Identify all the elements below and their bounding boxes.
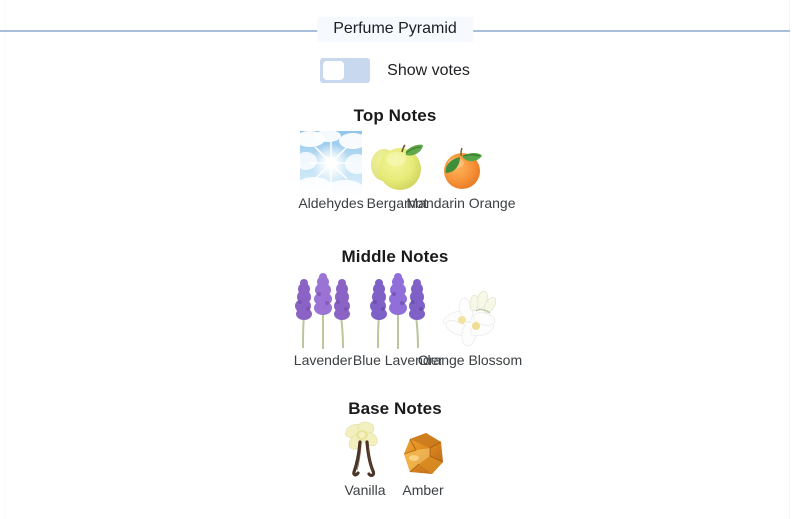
mandarin-orange-image (444, 147, 482, 189)
note-row-base: Vanilla Amber (0, 421, 790, 498)
section-base-notes: Base Notes Vanilla Amber (0, 399, 790, 498)
toggle-knob (323, 61, 345, 80)
section-middle-notes: Middle Notes Lavender Blue Lavender Oran… (0, 247, 790, 368)
show-votes-toggle[interactable] (320, 58, 371, 83)
show-votes-label: Show votes (387, 61, 470, 79)
note-item-vanilla[interactable]: Vanilla (339, 418, 391, 498)
note-row-middle: Lavender Blue Lavender Orange Blossom (0, 273, 790, 368)
show-votes-row: Show votes (0, 58, 790, 83)
bergamot-citrus-image (371, 144, 424, 190)
note-label-amber: Amber (402, 482, 444, 498)
note-item-mandarin-orange[interactable]: Mandarin Orange (407, 135, 515, 211)
vanilla-flower-pods-image (345, 421, 378, 478)
note-item-orange-blossom[interactable]: Orange Blossom (418, 286, 522, 368)
section-top-notes: Top Notes Aldehydes Bergamot Mandarin Or… (0, 106, 790, 211)
amber-resin-image (403, 433, 444, 474)
section-title-top-notes: Top Notes (353, 106, 437, 125)
note-item-aldehydes[interactable]: Aldehydes (298, 131, 364, 211)
lavender-sprigs-image (295, 273, 350, 349)
note-label-mandarin-orange: Mandarin Orange (406, 195, 516, 211)
section-title-base-notes: Base Notes (348, 399, 442, 418)
note-label-lavender: Lavender (293, 352, 353, 368)
section-title-middle-notes: Middle Notes (341, 247, 449, 266)
note-item-amber[interactable]: Amber (395, 428, 451, 498)
note-row-top: Aldehydes Bergamot Mandarin Orange (0, 131, 790, 211)
orange-blossom-flower-image (443, 291, 497, 347)
note-label-vanilla: Vanilla (344, 482, 386, 498)
aldehydes-sky-sun-image (300, 131, 362, 193)
blue-lavender-sprigs-image (370, 273, 425, 349)
perfume-pyramid-page: Perfume Pyramid Show votes Top Notes Ald… (0, 0, 800, 519)
note-label-aldehydes: Aldehydes (298, 195, 364, 211)
note-label-orange-blossom: Orange Blossom (417, 352, 523, 368)
note-item-lavender[interactable]: Lavender (287, 272, 359, 368)
page-title: Perfume Pyramid (317, 17, 473, 42)
